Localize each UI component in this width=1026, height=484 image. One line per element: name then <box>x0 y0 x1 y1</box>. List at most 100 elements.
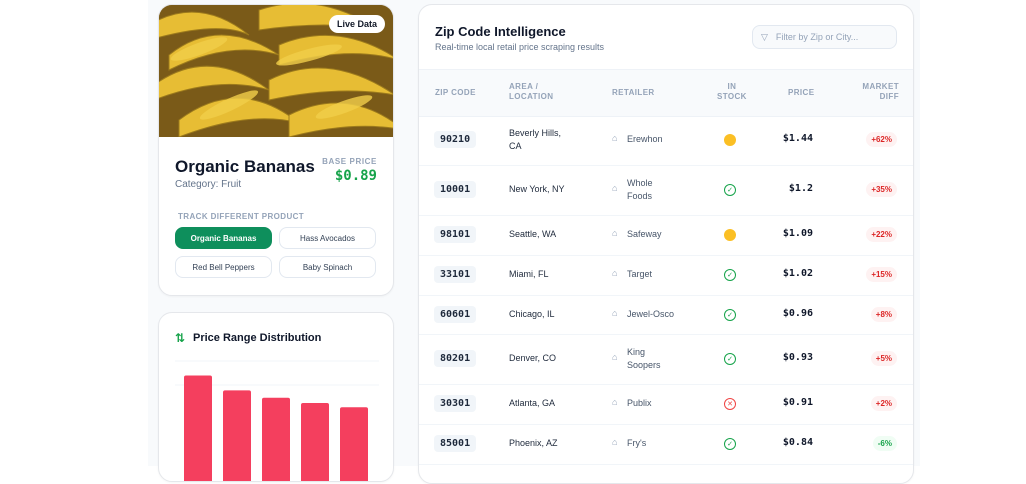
zip-code: 90210 <box>434 131 477 148</box>
table-row[interactable]: 30301 Atlanta, GA ⌂ Publix ✕ $0.91 +2% <box>419 384 913 425</box>
area-line1: Phoenix, AZ <box>509 438 558 448</box>
check-circle-icon: ✓ <box>724 269 736 281</box>
retailer: Target <box>627 268 697 281</box>
dot-icon <box>724 134 736 146</box>
area-location: Atlanta, GA <box>509 397 579 410</box>
check-circle-icon: ✓ <box>724 438 736 450</box>
market-diff-badge: +22% <box>866 227 897 242</box>
zip-code: 85001 <box>434 435 477 452</box>
basket-icon: ⌂ <box>612 228 618 238</box>
area-location: Seattle, WA <box>509 228 579 241</box>
header-area-line2: LOCATION <box>509 92 554 101</box>
filter-field[interactable]: ▽ <box>752 25 897 49</box>
header-area-line1: AREA / <box>509 82 539 91</box>
area-location: Denver, CO <box>509 352 579 365</box>
price: $1.2 <box>788 183 813 194</box>
zip-code: 60601 <box>434 305 477 323</box>
header-area: AREA / LOCATION <box>509 82 553 102</box>
retailer-line2: Soopers <box>627 360 661 370</box>
check-circle-icon: ✓ <box>724 353 736 365</box>
header-stock-line1: IN <box>727 82 737 91</box>
product-name: Organic Bananas <box>175 157 315 176</box>
product-image: Live Data <box>159 5 393 137</box>
table-row[interactable]: 85001 Phoenix, AZ ⌂ Fry's ✓ $0.84 -6% <box>419 424 913 465</box>
price: $1.09 <box>782 228 813 239</box>
table-row[interactable]: 80201 Denver, CO ⌂ King Soopers ✓ $0.93 +5% <box>419 334 913 385</box>
dashboard: Live Data Organic Bananas Category: Frui… <box>148 0 920 484</box>
basket-icon: ⌂ <box>612 397 618 407</box>
area-location: Chicago, IL <box>509 308 579 321</box>
chart-bar <box>301 403 329 481</box>
area-line2: CA <box>509 141 522 151</box>
basket-icon: ⌂ <box>612 437 618 447</box>
price: $1.02 <box>782 268 813 279</box>
retailer: Fry's <box>627 437 697 450</box>
zip-code: 98101 <box>434 226 477 243</box>
area-location: Miami, FL <box>509 268 579 281</box>
base-price-value: $0.89 <box>334 168 377 184</box>
zip-code-table-card: Zip Code Intelligence Real-time local re… <box>418 4 914 484</box>
table-row[interactable]: 90210 Beverly Hills, CA ⌂ Erewhon $1.44 +62% <box>419 115 913 166</box>
table-row[interactable]: 60601 Chicago, IL ⌂ Jewel-Osco ✓ $0.96 +8% <box>419 295 913 335</box>
header-diff-line2: DIFF <box>879 92 899 101</box>
product-option-hass-avocados[interactable]: Hass Avocados <box>279 227 376 249</box>
zip-code: 30301 <box>434 395 477 412</box>
product-category: Category: Fruit <box>175 179 242 190</box>
live-data-badge: Live Data <box>328 15 385 33</box>
retailer-line1: King <box>627 347 646 357</box>
base-price-label: BASE PRICE <box>322 157 377 166</box>
product-option-baby-spinach[interactable]: Baby Spinach <box>279 256 376 278</box>
retailer: Erewhon <box>627 133 697 146</box>
price: $0.84 <box>782 437 813 448</box>
market-diff-badge: +15% <box>866 267 897 282</box>
price-range-chart-card: ⇅ Price Range Distribution <box>158 312 394 482</box>
zip-code: 10001 <box>434 181 477 198</box>
area-line1: Seattle, WA <box>509 229 557 239</box>
zip-code: 80201 <box>434 350 477 367</box>
table-row[interactable]: 10001 New York, NY ⌂ Whole Foods ✓ $1.2 +35% <box>419 165 913 216</box>
area-location: Phoenix, AZ <box>509 437 579 450</box>
price: $0.91 <box>782 397 813 408</box>
retailer: Publix <box>627 397 697 410</box>
header-diff-line1: MARKET <box>862 82 899 91</box>
product-card: Live Data Organic Bananas Category: Frui… <box>158 4 394 296</box>
product-option-organic-bananas[interactable]: Organic Bananas <box>175 227 272 249</box>
header-diff: MARKET DIFF <box>862 82 899 102</box>
header-stock-line2: STOCK <box>717 92 747 101</box>
table-row[interactable]: 98101 Seattle, WA ⌂ Safeway $1.09 +22% <box>419 215 913 256</box>
market-diff-badge: +2% <box>870 396 897 411</box>
price-range-bar-chart <box>175 360 379 481</box>
x-circle-icon: ✕ <box>724 398 736 410</box>
retailer: Whole Foods <box>627 177 697 203</box>
filter-input[interactable] <box>773 31 888 43</box>
filter-icon: ▽ <box>761 31 768 42</box>
basket-icon: ⌂ <box>612 268 618 278</box>
retailer-line2: Foods <box>627 191 653 201</box>
area-line1: New York, NY <box>509 184 565 194</box>
market-diff-badge: -6% <box>872 436 897 451</box>
area-line1: Beverly Hills, <box>509 128 562 138</box>
check-circle-icon: ✓ <box>724 184 736 196</box>
retailer-line1: Target <box>627 269 653 279</box>
retailer-line1: Publix <box>627 398 652 408</box>
table-header: ZIP CODE AREA / LOCATION RETAILER IN STO… <box>419 69 913 117</box>
market-diff-badge: +5% <box>870 351 897 366</box>
basket-icon: ⌂ <box>612 133 618 143</box>
zip-code: 33101 <box>434 266 477 283</box>
product-option-red-bell-peppers[interactable]: Red Bell Peppers <box>175 256 272 278</box>
table-subtitle: Real-time local retail price scraping re… <box>435 42 605 52</box>
retailer: Jewel-Osco <box>627 308 697 321</box>
market-diff-badge: +35% <box>866 182 897 197</box>
retailer-line1: Safeway <box>627 229 662 239</box>
header-stock: IN STOCK <box>717 82 747 102</box>
retailer-line1: Whole <box>627 178 653 188</box>
market-diff-badge: +8% <box>870 306 897 322</box>
header-retailer: RETAILER <box>612 88 655 97</box>
market-diff-badge: +62% <box>866 132 897 147</box>
price: $0.93 <box>782 352 813 363</box>
area-line1: Chicago, IL <box>509 308 555 319</box>
area-location: Beverly Hills, CA <box>509 127 579 153</box>
table-row[interactable]: 33101 Miami, FL ⌂ Target ✓ $1.02 +15% <box>419 255 913 296</box>
retailer: Safeway <box>627 228 697 241</box>
chart-bar <box>340 407 368 481</box>
